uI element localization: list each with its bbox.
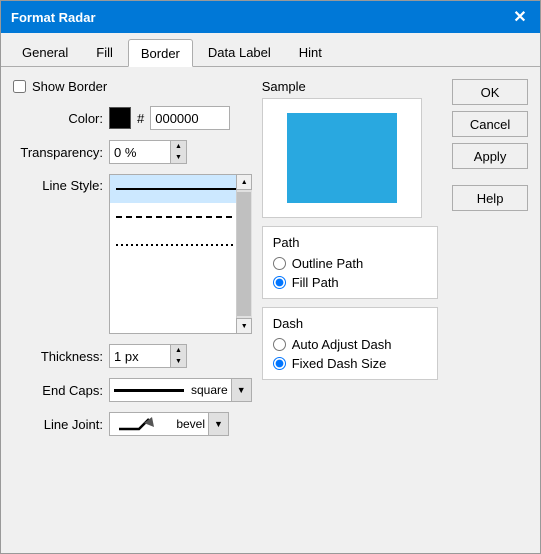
line-style-item-dotted[interactable] [110, 231, 251, 259]
tab-general[interactable]: General [9, 39, 81, 66]
end-caps-line-preview [114, 389, 184, 392]
line-joint-arrow-icon[interactable]: ▼ [208, 413, 228, 435]
path-section-title: Path [273, 235, 427, 250]
line-joint-icon [114, 415, 164, 433]
color-label: Color: [13, 111, 103, 126]
end-caps-row: End Caps: square ▼ [13, 378, 252, 402]
dash-section-title: Dash [273, 316, 427, 331]
line-style-row: Line Style: [13, 174, 252, 334]
title-bar: Format Radar ✕ [1, 1, 540, 33]
line-joint-dropdown[interactable]: bevel ▼ [109, 412, 229, 436]
thickness-spin-buttons: ▲ ▼ [170, 345, 186, 367]
show-border-row: Show Border [13, 79, 252, 94]
transparency-input[interactable] [110, 141, 170, 163]
scroll-up-button[interactable]: ▲ [236, 174, 252, 190]
show-border-checkbox[interactable] [13, 80, 26, 93]
scrollbar: ▲ ▼ [236, 174, 252, 334]
end-caps-dropdown[interactable]: square ▼ [109, 378, 252, 402]
ok-button[interactable]: OK [452, 79, 528, 105]
dialog-title: Format Radar [11, 10, 96, 25]
transparency-up-button[interactable]: ▲ [170, 141, 186, 152]
left-panel: Show Border Color: # Transparency: ▲ ▼ [13, 79, 252, 541]
dash-section: Dash Auto Adjust Dash Fixed Dash Size [262, 307, 438, 380]
fixed-dash-label: Fixed Dash Size [292, 356, 387, 371]
tab-fill[interactable]: Fill [83, 39, 126, 66]
fixed-dash-row: Fixed Dash Size [273, 356, 427, 371]
end-caps-label: End Caps: [13, 383, 103, 398]
thickness-down-button[interactable]: ▼ [170, 356, 186, 367]
color-swatch[interactable] [109, 107, 131, 129]
help-button[interactable]: Help [452, 185, 528, 211]
auto-adjust-dash-label: Auto Adjust Dash [292, 337, 392, 352]
end-caps-arrow-icon[interactable]: ▼ [231, 379, 251, 401]
fill-path-radio[interactable] [273, 276, 286, 289]
scroll-down-button[interactable]: ▼ [236, 318, 252, 334]
tab-border[interactable]: Border [128, 39, 193, 67]
tab-hint[interactable]: Hint [286, 39, 335, 66]
transparency-row: Transparency: ▲ ▼ [13, 140, 252, 164]
cancel-button[interactable]: Cancel [452, 111, 528, 137]
outline-path-label: Outline Path [292, 256, 364, 271]
line-style-list[interactable] [109, 174, 252, 334]
thickness-spinner: ▲ ▼ [109, 344, 187, 368]
center-panel: Sample Path Outline Path Fill Path [262, 79, 438, 541]
line-style-label: Line Style: [13, 178, 103, 193]
transparency-spin-buttons: ▲ ▼ [170, 141, 186, 163]
line-joint-value-label: bevel [173, 417, 208, 431]
sample-inner-rect [287, 113, 397, 203]
close-icon[interactable]: ✕ [510, 7, 530, 27]
action-buttons-panel: OK Cancel Apply Help [448, 79, 528, 541]
fixed-dash-radio[interactable] [273, 357, 286, 370]
tabs-bar: General Fill Border Data Label Hint [1, 33, 540, 67]
fill-path-label: Fill Path [292, 275, 339, 290]
line-joint-label: Line Joint: [13, 417, 103, 432]
sample-box [262, 98, 422, 218]
transparency-spinner: ▲ ▼ [109, 140, 187, 164]
transparency-label: Transparency: [13, 145, 103, 160]
end-caps-preview [110, 379, 188, 401]
color-hex-input[interactable] [150, 106, 230, 130]
line-solid-preview [116, 188, 245, 190]
thickness-up-button[interactable]: ▲ [170, 345, 186, 356]
sample-label: Sample [262, 79, 438, 94]
thickness-input[interactable] [110, 345, 170, 367]
thickness-label: Thickness: [13, 349, 103, 364]
line-style-item-solid[interactable] [110, 175, 251, 203]
outline-path-row: Outline Path [273, 256, 427, 271]
auto-adjust-dash-row: Auto Adjust Dash [273, 337, 427, 352]
tab-data-label[interactable]: Data Label [195, 39, 284, 66]
line-dotted-preview [116, 244, 245, 246]
auto-adjust-dash-radio[interactable] [273, 338, 286, 351]
format-radar-dialog: Format Radar ✕ General Fill Border Data … [0, 0, 541, 554]
line-joint-row: Line Joint: bevel ▼ [13, 412, 252, 436]
line-style-item-dashed[interactable] [110, 203, 251, 231]
sample-section: Sample [262, 79, 438, 218]
scroll-thumb [237, 192, 251, 316]
transparency-down-button[interactable]: ▼ [170, 152, 186, 163]
hash-sign: # [137, 111, 144, 126]
color-row: Color: # [13, 106, 252, 130]
line-dashed-preview [116, 216, 245, 218]
end-caps-value-label: square [188, 383, 231, 397]
apply-button[interactable]: Apply [452, 143, 528, 169]
path-section: Path Outline Path Fill Path [262, 226, 438, 299]
thickness-row: Thickness: ▲ ▼ [13, 344, 252, 368]
tab-content: Show Border Color: # Transparency: ▲ ▼ [1, 67, 540, 553]
line-joint-preview [110, 413, 173, 435]
outline-path-radio[interactable] [273, 257, 286, 270]
show-border-label: Show Border [32, 79, 107, 94]
fill-path-row: Fill Path [273, 275, 427, 290]
